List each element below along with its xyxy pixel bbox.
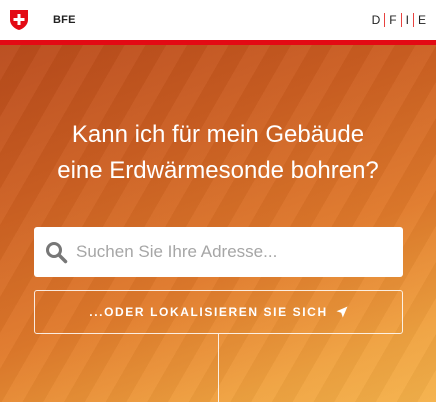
- lang-d[interactable]: D: [368, 13, 385, 27]
- lang-f[interactable]: F: [385, 13, 400, 27]
- top-bar: BFE D F I E: [0, 0, 436, 40]
- search-icon: [46, 242, 68, 264]
- address-search-box[interactable]: [34, 227, 403, 277]
- location-arrow-icon: [336, 306, 348, 318]
- hero-section: Kann ich für mein Gebäude eine Erdwärmes…: [0, 45, 436, 402]
- hero-question-line2: eine Erdwärmesonde bohren?: [57, 157, 379, 184]
- locate-me-label: ...ODER LOKALISIEREN SIE SICH: [89, 305, 328, 319]
- lang-e[interactable]: E: [414, 13, 430, 27]
- language-switcher: D F I E: [368, 13, 430, 27]
- connector-line: [218, 334, 219, 402]
- locate-me-button[interactable]: ...ODER LOKALISIEREN SIE SICH: [34, 290, 403, 334]
- hero-question-line1: Kann ich für mein Gebäude: [71, 121, 365, 148]
- hero-question: Kann ich für mein Gebäude eine Erdwärmes…: [0, 117, 436, 189]
- lang-i[interactable]: I: [402, 13, 413, 27]
- swiss-shield-icon[interactable]: [9, 9, 29, 31]
- address-search-input[interactable]: [76, 242, 386, 262]
- agency-name[interactable]: BFE: [53, 14, 76, 26]
